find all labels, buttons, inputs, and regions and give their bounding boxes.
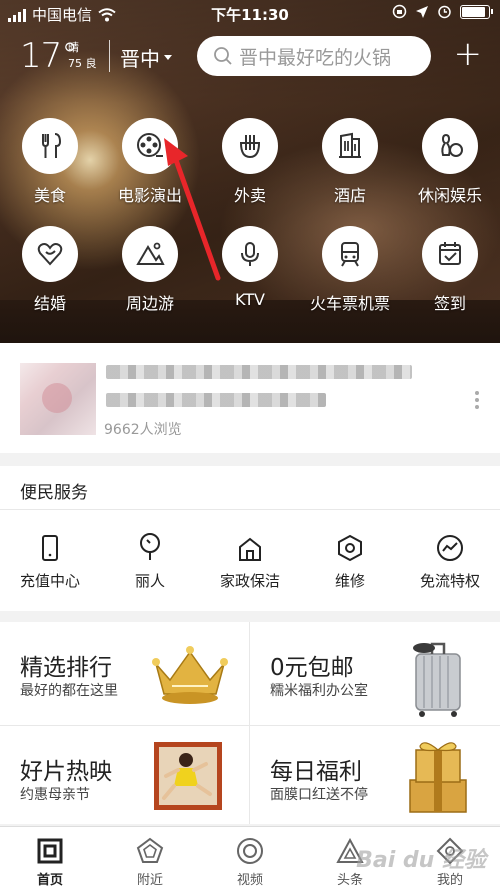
gift-box-icon bbox=[409, 742, 467, 813]
top-bar: 17° 晴 75 良 晋中 晋中最好吃的火锅 + bbox=[0, 34, 500, 80]
promo-free-shipping[interactable]: 0元包邮 糯米福利办公室 bbox=[250, 622, 499, 722]
news-card[interactable]: 9662人浏览 bbox=[0, 343, 500, 453]
weather-info: 晴 75 良 bbox=[68, 40, 97, 72]
suitcase-icon bbox=[413, 642, 461, 717]
search-input[interactable]: 晋中最好吃的火锅 bbox=[197, 36, 431, 76]
home-square-icon bbox=[37, 838, 63, 864]
service-repair[interactable]: 维修 bbox=[300, 532, 400, 591]
rotation-lock-icon bbox=[392, 4, 407, 19]
category-hotel[interactable]: 酒店 bbox=[300, 118, 400, 226]
add-button[interactable]: + bbox=[454, 37, 483, 71]
view-count: 9662人浏览 bbox=[104, 422, 182, 438]
news-summary-blurred bbox=[106, 393, 326, 407]
air-quality: 75 良 bbox=[68, 57, 97, 70]
watermark: Bai du 经验 bbox=[356, 848, 486, 873]
promo-ranking[interactable]: 精选排行 最好的都在这里 bbox=[0, 622, 249, 722]
trend-icon bbox=[437, 535, 463, 561]
annotation-arrow bbox=[164, 138, 221, 281]
tab-nearby[interactable]: 附近 bbox=[100, 827, 200, 889]
search-placeholder: 晋中最好吃的火锅 bbox=[239, 46, 392, 69]
city-selector[interactable]: 晋中 bbox=[120, 43, 172, 72]
bowling-icon bbox=[441, 133, 463, 157]
news-thumbnail bbox=[20, 363, 96, 435]
microphone-icon bbox=[241, 242, 259, 266]
alarm-icon bbox=[438, 5, 451, 19]
section-divider bbox=[0, 509, 500, 510]
more-dots-icon[interactable] bbox=[472, 390, 482, 410]
category-leisure[interactable]: 休闲娱乐 bbox=[400, 118, 500, 226]
movie-poster-icon bbox=[154, 742, 222, 810]
train-icon bbox=[341, 242, 359, 267]
heart-icon bbox=[37, 243, 63, 266]
services-section: 便民服务 充值中心 丽人 家政保洁 维修 免流特权 bbox=[0, 466, 500, 611]
status-bar: 中国电信 下午11:30 bbox=[0, 0, 500, 28]
weather-condition: 晴 bbox=[68, 41, 79, 54]
search-icon bbox=[214, 47, 232, 65]
hex-nut-icon bbox=[338, 534, 362, 562]
video-circle-icon bbox=[237, 838, 263, 864]
promo-grid: 精选排行 最好的都在这里 0元包邮 糯米福利办公室 好片热映 约惠母亲节 每日福… bbox=[0, 622, 500, 824]
pentagon-icon bbox=[136, 837, 164, 863]
service-free-data[interactable]: 免流特权 bbox=[400, 532, 500, 591]
category-grid: 美食 电影演出 外卖 酒店 休闲娱乐 结婚 周边游 KTV 火车票机票 签到 bbox=[0, 118, 500, 334]
header-divider bbox=[109, 40, 110, 72]
mirror-icon bbox=[140, 533, 160, 560]
caret-down-icon bbox=[164, 54, 172, 60]
promo-daily-welfare[interactable]: 每日福利 面膜口红送不停 bbox=[250, 726, 499, 826]
city-label: 晋中 bbox=[120, 47, 160, 71]
section-title: 便民服务 bbox=[20, 483, 88, 503]
takeout-icon bbox=[239, 135, 261, 159]
crown-icon bbox=[152, 646, 228, 704]
tab-video[interactable]: 视频 bbox=[200, 827, 300, 889]
battery-icon bbox=[460, 4, 493, 19]
location-arrow-icon bbox=[416, 5, 428, 18]
promo-hot-movies[interactable]: 好片热映 约惠母亲节 bbox=[0, 726, 249, 826]
category-tickets[interactable]: 火车票机票 bbox=[300, 226, 400, 334]
service-recharge[interactable]: 充值中心 bbox=[0, 532, 100, 591]
house-icon bbox=[239, 537, 261, 561]
category-check-in[interactable]: 签到 bbox=[400, 226, 500, 334]
calendar-check-icon bbox=[439, 242, 461, 265]
fork-knife-icon bbox=[42, 133, 62, 158]
news-headline-blurred bbox=[106, 365, 412, 379]
category-wedding[interactable]: 结婚 bbox=[0, 226, 100, 334]
hotel-icon bbox=[339, 132, 361, 158]
phone-icon bbox=[42, 535, 58, 561]
service-beauty[interactable]: 丽人 bbox=[100, 532, 200, 591]
tab-home[interactable]: 首页 bbox=[0, 827, 100, 889]
service-housekeeping[interactable]: 家政保洁 bbox=[200, 532, 300, 591]
category-food[interactable]: 美食 bbox=[0, 118, 100, 226]
